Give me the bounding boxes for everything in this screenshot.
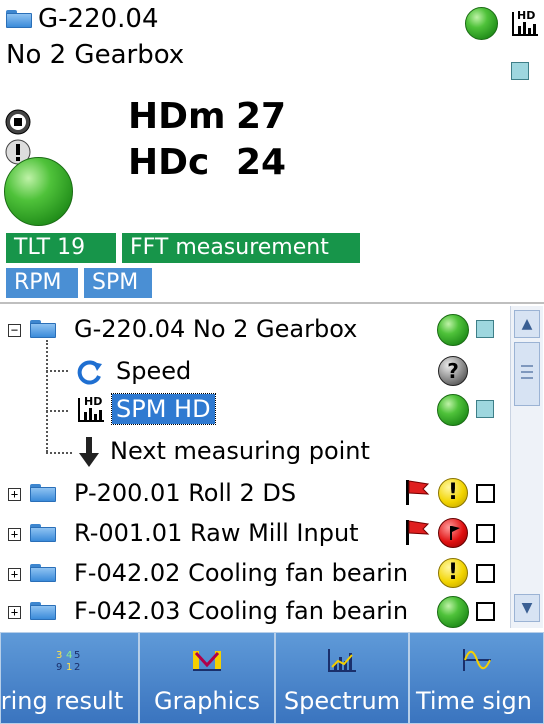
svg-text:5: 5 bbox=[74, 650, 80, 661]
tree-row-speed[interactable]: Speed ? bbox=[0, 354, 508, 390]
tree-row-next-point[interactable]: Next measuring point bbox=[0, 434, 508, 470]
tree-item-label: F-042.02 Cooling fan bearin bbox=[74, 559, 409, 587]
unknown-status-icon: ? bbox=[438, 356, 468, 386]
tree-item-label: P-200.01 Roll 2 DS bbox=[74, 479, 297, 507]
measuring-result-button[interactable]: 345 912 ring result bbox=[0, 632, 139, 724]
checkbox[interactable] bbox=[476, 524, 495, 543]
selection-square-icon[interactable] bbox=[511, 62, 529, 80]
tree-row[interactable]: + P-200.01 Roll 2 DS ! bbox=[0, 476, 508, 512]
expand-toggle[interactable]: + bbox=[8, 606, 21, 619]
collapse-toggle[interactable]: − bbox=[8, 324, 21, 337]
time-signal-button[interactable]: Time sign bbox=[409, 632, 544, 724]
tree-row[interactable]: + R-001.01 Raw Mill Input bbox=[0, 516, 508, 552]
hd-badge-text: HD bbox=[517, 9, 535, 22]
tree-item-label: F-042.03 Cooling fan bearin bbox=[74, 597, 409, 625]
svg-text:4: 4 bbox=[66, 650, 72, 661]
hdm-value: 27 bbox=[236, 96, 287, 137]
scroll-down-button[interactable]: ▼ bbox=[514, 594, 540, 622]
warning-icon: ! bbox=[438, 478, 468, 508]
graphics-label: Graphics bbox=[154, 687, 260, 715]
tag-spm[interactable]: SPM bbox=[84, 268, 152, 298]
svg-text:1: 1 bbox=[66, 662, 72, 673]
alarm-status-icon bbox=[438, 518, 468, 548]
status-ok-icon bbox=[437, 314, 469, 346]
tree-child-label: Next measuring point bbox=[110, 437, 370, 465]
spm-hd-badge-text: HD bbox=[84, 395, 102, 408]
time-signal-label: Time sign bbox=[416, 687, 532, 715]
tag-tlt[interactable]: TLT 19 bbox=[6, 233, 116, 263]
hdc-value: 24 bbox=[236, 142, 287, 183]
tag-fft-measurement[interactable]: FFT measurement bbox=[122, 233, 360, 263]
point-name: No 2 Gearbox bbox=[6, 40, 185, 70]
spectrum-icon bbox=[326, 647, 358, 673]
arrow-down-icon bbox=[78, 436, 100, 468]
measuring-result-label: ring result bbox=[0, 687, 124, 715]
svg-text:3: 3 bbox=[56, 650, 62, 661]
expand-toggle[interactable]: + bbox=[8, 568, 21, 581]
large-status-ok-icon bbox=[4, 157, 73, 226]
scroll-up-button[interactable]: ▲ bbox=[514, 310, 540, 338]
folder-icon bbox=[30, 484, 56, 502]
hdm-label: HDm bbox=[128, 96, 226, 137]
divider bbox=[0, 302, 544, 304]
hdc-label: HDc bbox=[128, 142, 210, 183]
spm-hd-icon: HD bbox=[76, 394, 106, 424]
stop-icon bbox=[4, 108, 34, 138]
folder-icon bbox=[30, 602, 56, 620]
measuring-result-icon: 345 912 bbox=[54, 647, 86, 673]
expand-toggle[interactable]: + bbox=[8, 528, 21, 541]
tree-row[interactable]: + F-042.03 Cooling fan bearin bbox=[0, 594, 508, 630]
tree-row-spm-hd[interactable]: HD SPM HD bbox=[0, 392, 508, 428]
time-signal-icon bbox=[461, 647, 493, 673]
status-ok-icon bbox=[437, 394, 469, 426]
folder-icon bbox=[30, 524, 56, 542]
expand-toggle[interactable]: + bbox=[8, 488, 21, 501]
status-ok-icon bbox=[437, 596, 469, 628]
svg-text:2: 2 bbox=[74, 662, 80, 673]
tree-row-parent[interactable]: − G-220.04 No 2 Gearbox bbox=[0, 312, 508, 348]
folder-icon bbox=[30, 564, 56, 582]
hd-chart-icon: HD bbox=[510, 8, 540, 38]
point-id: G-220.04 bbox=[38, 4, 159, 34]
checkbox[interactable] bbox=[476, 484, 495, 503]
svg-text:9: 9 bbox=[56, 662, 62, 673]
selection-square-icon[interactable] bbox=[476, 400, 494, 418]
tree-parent-label: G-220.04 No 2 Gearbox bbox=[74, 315, 358, 343]
alarm-flag-icon bbox=[404, 478, 430, 506]
tree-row[interactable]: + F-042.02 Cooling fan bearin ! bbox=[0, 556, 508, 592]
graphics-button[interactable]: Graphics bbox=[139, 632, 275, 724]
refresh-icon bbox=[76, 358, 104, 386]
alarm-flag-icon bbox=[404, 518, 430, 546]
folder-icon bbox=[30, 320, 56, 338]
warning-icon: ! bbox=[438, 558, 468, 588]
graphics-icon bbox=[191, 647, 223, 673]
selection-square-icon[interactable] bbox=[476, 320, 494, 338]
tree-child-label-selected: SPM HD bbox=[111, 393, 216, 425]
checkbox[interactable] bbox=[476, 564, 495, 583]
tree-child-label: Speed bbox=[116, 357, 192, 385]
scroll-thumb[interactable] bbox=[514, 342, 540, 406]
checkbox[interactable] bbox=[476, 602, 495, 621]
folder-icon bbox=[6, 10, 32, 28]
scrollbar[interactable]: ▲ ▼ bbox=[510, 306, 543, 628]
tree-item-label: R-001.01 Raw Mill Input bbox=[74, 519, 359, 547]
spectrum-button[interactable]: Spectrum bbox=[275, 632, 409, 724]
tag-rpm[interactable]: RPM bbox=[6, 268, 78, 298]
spectrum-label: Spectrum bbox=[283, 687, 401, 715]
status-ok-icon bbox=[465, 7, 498, 40]
